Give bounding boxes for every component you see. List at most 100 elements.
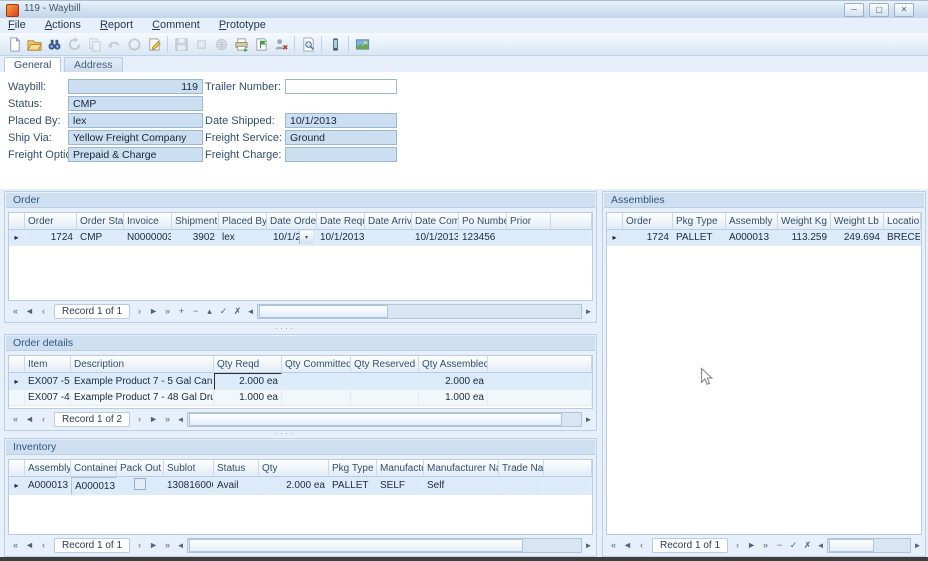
column-header[interactable]: Location <box>884 213 921 230</box>
column-header[interactable]: Placed By <box>219 213 267 230</box>
column-header[interactable]: Trade Name <box>499 460 544 477</box>
cell-sublot[interactable]: 130816006 <box>164 477 214 495</box>
column-header[interactable]: Date Arrival <box>365 213 412 230</box>
nav-last-button[interactable]: » <box>759 539 772 552</box>
minimize-button[interactable]: ─ <box>844 3 864 17</box>
order-details-row[interactable]: EX007 -48GAL Example Product 7 - 48 Gal … <box>9 390 592 406</box>
nav-next-button[interactable]: › <box>133 413 146 426</box>
cell-qty-reserved[interactable] <box>351 373 419 390</box>
scroll-left-icon[interactable]: ◄ <box>815 539 826 552</box>
column-header[interactable]: Qty <box>259 460 329 477</box>
nav-post-button[interactable]: ✓ <box>787 539 800 552</box>
remove-user-icon[interactable] <box>271 35 291 54</box>
globe-icon[interactable] <box>211 35 231 54</box>
scroll-right-icon[interactable]: ► <box>912 539 923 552</box>
picture-icon[interactable] <box>352 35 372 54</box>
cell-assembly[interactable]: A000013 <box>25 477 71 495</box>
nav-prev-button[interactable]: ‹ <box>37 413 50 426</box>
cell-assembly[interactable]: A000013 <box>726 230 778 246</box>
menu-actions[interactable]: Actions <box>37 18 89 31</box>
scrollbar-thumb[interactable] <box>259 305 388 318</box>
column-header[interactable]: Order Status <box>77 213 124 230</box>
open-folder-icon[interactable] <box>24 35 44 54</box>
cell-po-number[interactable]: 123456 <box>459 230 507 246</box>
nav-last-button[interactable]: » <box>161 539 174 552</box>
splitter-handle[interactable]: ···· <box>275 428 295 438</box>
nav-prev-page-button[interactable]: ◄ <box>23 413 36 426</box>
nav-prev-button[interactable]: ‹ <box>37 305 50 318</box>
menu-prototype[interactable]: Prototype <box>211 18 274 31</box>
scrollbar-thumb[interactable] <box>189 539 523 552</box>
nav-delete-button[interactable]: − <box>773 539 786 552</box>
cell-placed-by[interactable]: lex <box>219 230 267 246</box>
cell-order[interactable]: 1724 <box>623 230 673 246</box>
cell-qty-reqd[interactable]: 2.000 ea <box>214 373 282 390</box>
nav-last-button[interactable]: » <box>161 305 174 318</box>
cell-qty-reqd[interactable]: 1.000 ea <box>214 390 282 406</box>
nav-cancel-button[interactable]: ✗ <box>801 539 814 552</box>
horizontal-scrollbar[interactable] <box>257 304 582 319</box>
cell-qty-assembled[interactable]: 2.000 ea <box>419 373 488 390</box>
close-button[interactable]: ✕ <box>894 3 914 17</box>
menu-file[interactable]: File <box>0 18 34 31</box>
freight-service-field[interactable]: Ground <box>285 130 397 145</box>
column-header[interactable]: Order <box>25 213 77 230</box>
nav-prev-button[interactable]: ‹ <box>37 539 50 552</box>
cell-trade-name[interactable] <box>499 477 544 495</box>
placed-by-field[interactable]: lex <box>68 113 203 128</box>
nav-delete-button[interactable]: − <box>189 305 202 318</box>
scroll-right-icon[interactable]: ► <box>583 305 594 318</box>
trailer-number-field[interactable] <box>285 79 397 94</box>
cell-date-required[interactable]: 10/1/2013 <box>317 230 365 246</box>
cell-manufacturer[interactable]: SELF <box>377 477 424 495</box>
column-header[interactable]: Shipment ID <box>172 213 219 230</box>
nav-next-page-button[interactable]: ► <box>147 413 160 426</box>
cell-invoice[interactable]: N00000034 <box>124 230 172 246</box>
cell-status[interactable]: Avail <box>214 477 259 495</box>
nav-prev-page-button[interactable]: ◄ <box>23 305 36 318</box>
cell-item[interactable]: EX007 -5GAL <box>25 373 71 390</box>
column-header[interactable]: Qty Committed <box>282 356 351 373</box>
cell-pkg-type[interactable]: PALLET <box>673 230 726 246</box>
cell-description[interactable]: Example Product 7 - 5 Gal Can <box>71 373 214 390</box>
find-icon[interactable] <box>44 35 64 54</box>
cell-qty-assembled[interactable]: 1.000 ea <box>419 390 488 406</box>
cell-order-status[interactable]: CMP <box>77 230 124 246</box>
scroll-left-icon[interactable]: ◄ <box>175 539 186 552</box>
column-header[interactable]: Status <box>214 460 259 477</box>
edit-note-icon[interactable] <box>144 35 164 54</box>
cell-date-completed[interactable]: 10/1/2013 <box>412 230 459 246</box>
cell-location[interactable]: BRECEIVE <box>884 230 921 246</box>
cell-item[interactable]: EX007 -48GAL <box>25 390 71 406</box>
assemblies-row[interactable]: ▸ 1724 PALLET A000013 113.259 249.694 BR… <box>607 230 921 246</box>
column-header[interactable]: Assembly <box>25 460 71 477</box>
cell-pkg-type[interactable]: PALLET <box>329 477 377 495</box>
nav-first-button[interactable]: « <box>9 413 22 426</box>
refresh-icon[interactable] <box>64 35 84 54</box>
column-header[interactable]: Manufacturer <box>377 460 424 477</box>
nav-next-button[interactable]: › <box>731 539 744 552</box>
cell-description[interactable]: Example Product 7 - 48 Gal Drum <box>71 390 214 406</box>
cell-qty[interactable]: 2.000 ea <box>259 477 329 495</box>
column-header[interactable]: Description <box>71 356 214 373</box>
nav-prev-page-button[interactable]: ◄ <box>621 539 634 552</box>
column-header[interactable]: Manufacturer Name <box>424 460 499 477</box>
nav-first-button[interactable]: « <box>607 539 620 552</box>
column-header[interactable]: Pkg Type <box>673 213 726 230</box>
scrollbar-thumb[interactable] <box>829 539 874 552</box>
column-header[interactable]: Weight Lb <box>831 213 884 230</box>
nav-next-button[interactable]: › <box>133 539 146 552</box>
print-preview-icon[interactable] <box>298 35 318 54</box>
status-field[interactable]: CMP <box>68 96 203 111</box>
horizontal-scrollbar[interactable] <box>827 538 911 553</box>
column-header[interactable]: Qty Reqd <box>214 356 282 373</box>
pack-out-checkbox[interactable] <box>134 478 146 490</box>
nav-post-button[interactable]: ✓ <box>217 305 230 318</box>
cell-order[interactable]: 1724 <box>25 230 77 246</box>
report-flag-icon[interactable] <box>251 35 271 54</box>
scrollbar-thumb[interactable] <box>189 413 562 426</box>
freight-charge-field[interactable] <box>285 147 397 162</box>
nav-edit-button[interactable]: ▴ <box>203 305 216 318</box>
freight-option-field[interactable]: Prepaid & Charge <box>68 147 203 162</box>
column-header[interactable]: Date Requi... <box>317 213 365 230</box>
